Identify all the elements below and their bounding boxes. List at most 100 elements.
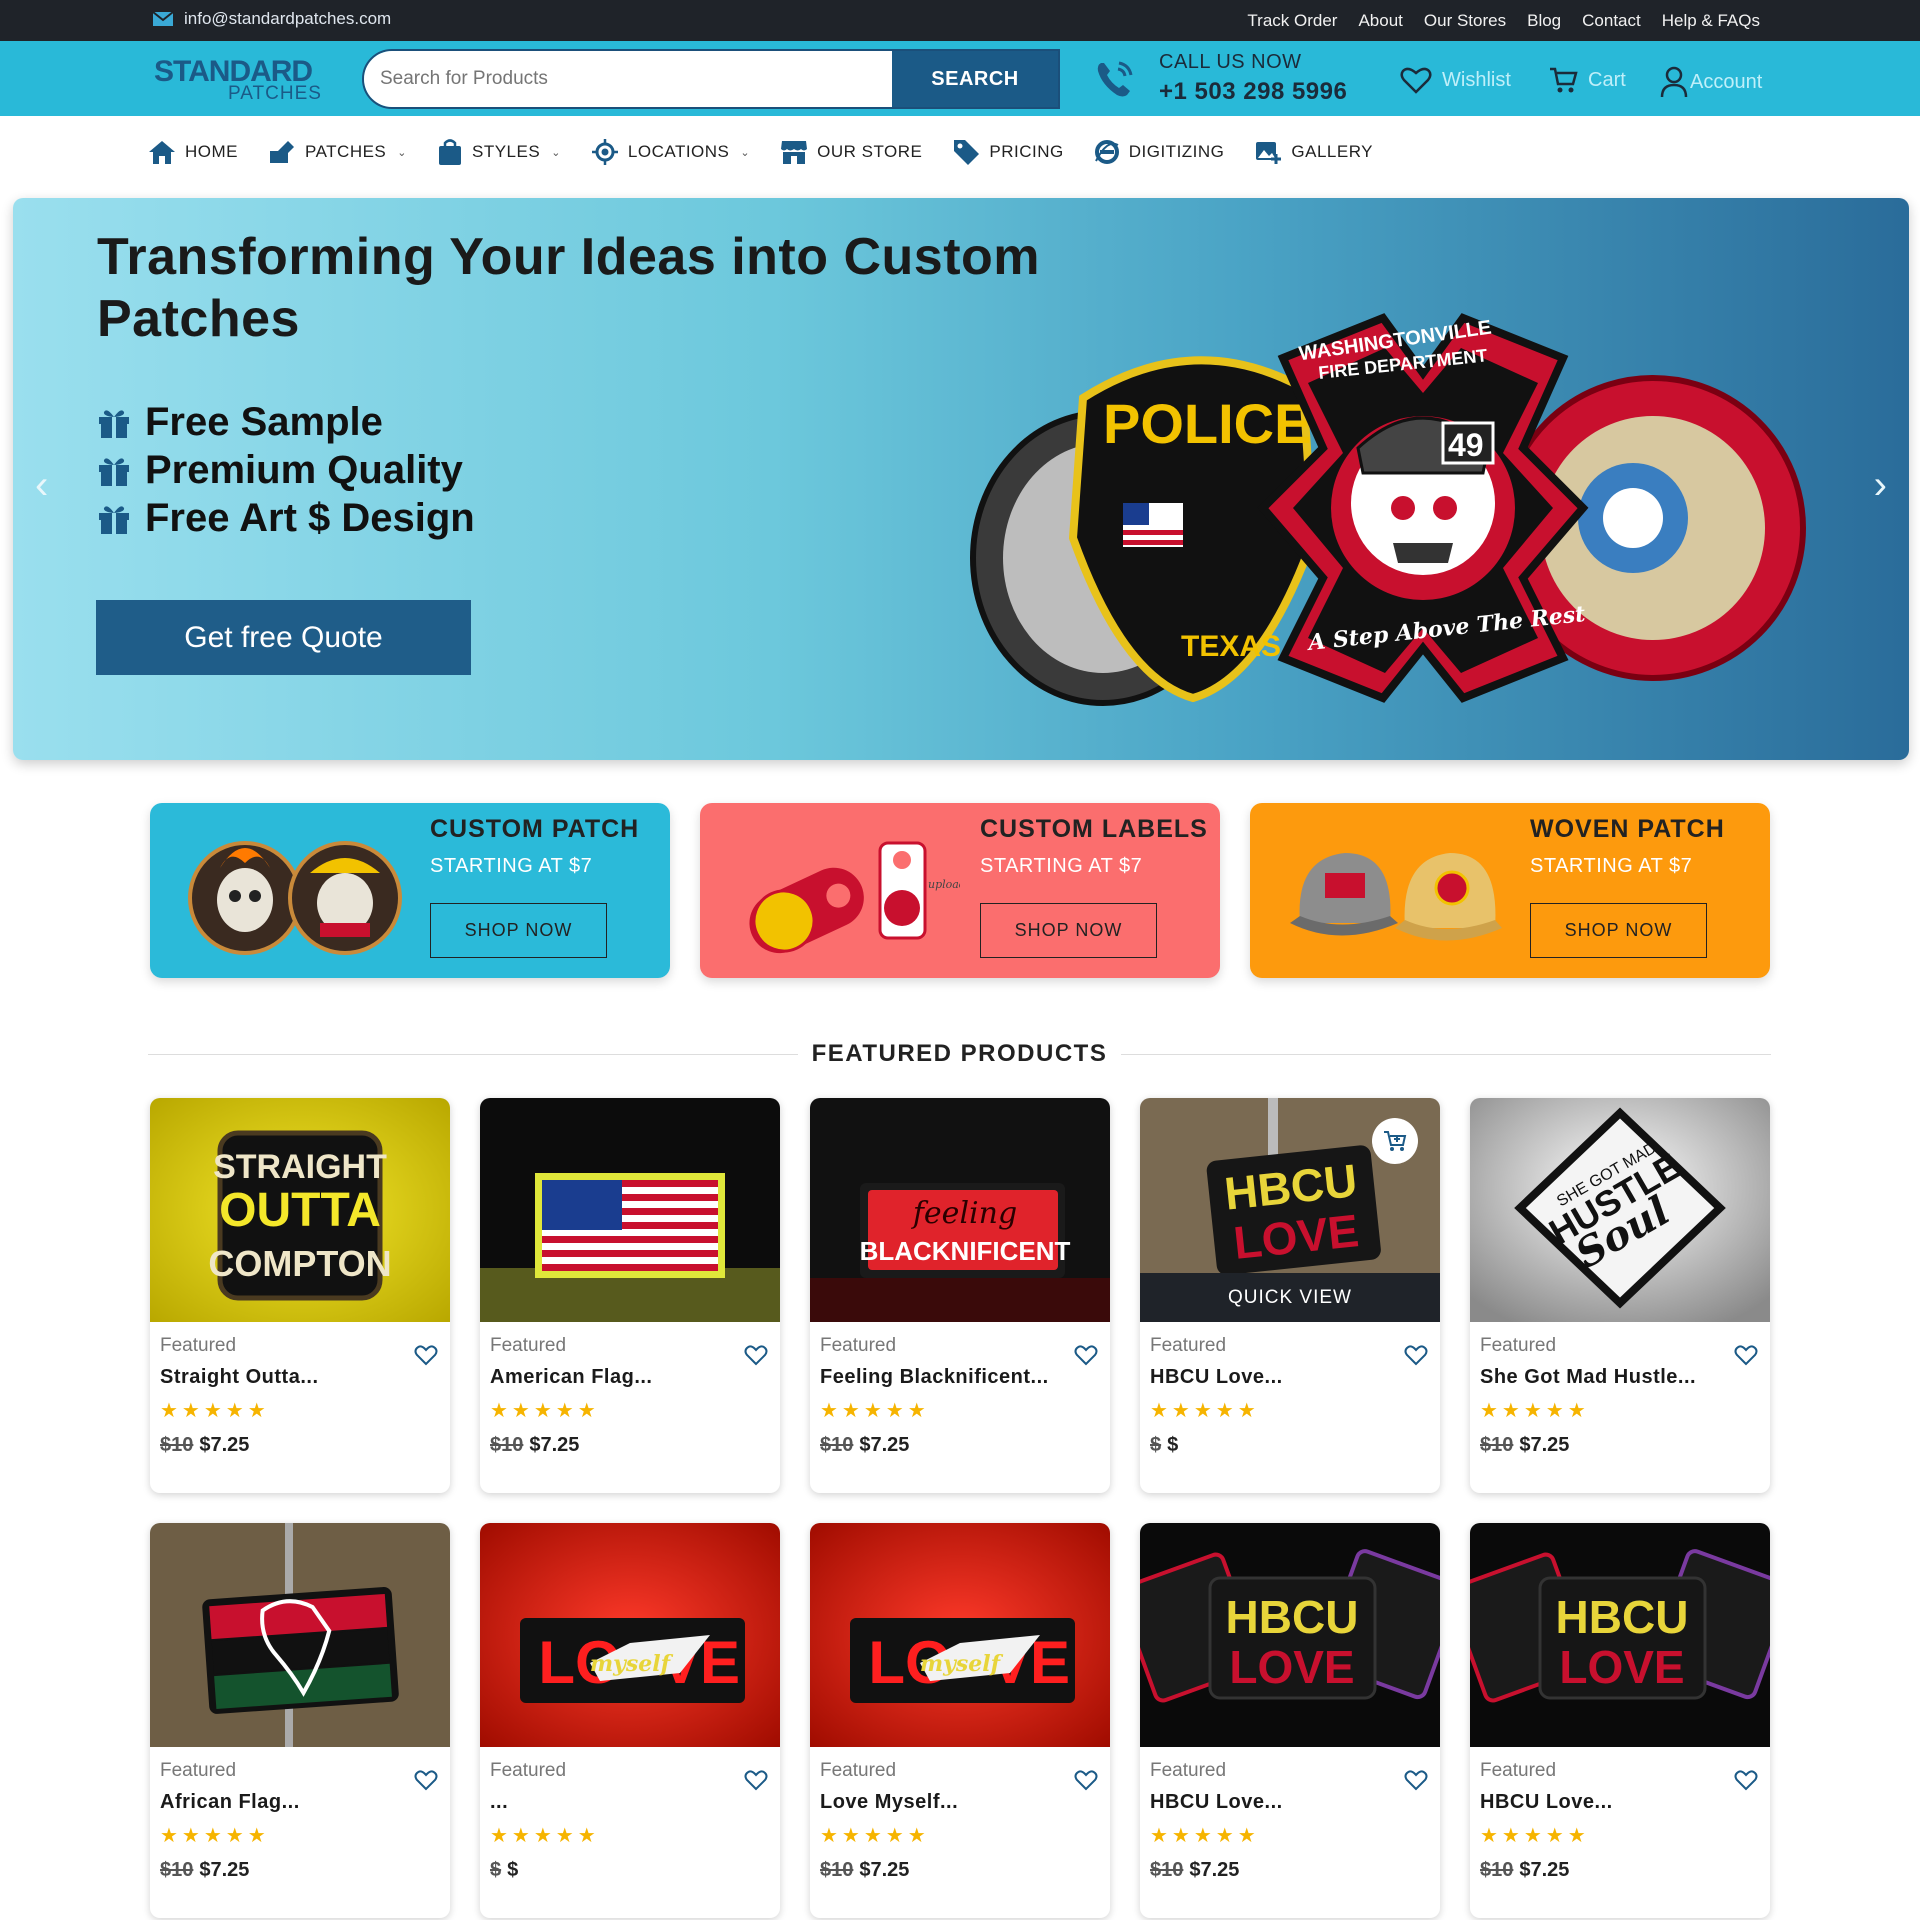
nav-styles[interactable]: STYLES ⌄ xyxy=(437,138,561,166)
product-image[interactable]: LO VE myself xyxy=(810,1523,1110,1747)
promo-custom-patch[interactable]: CUSTOM PATCH STARTING AT $7 SHOP NOW xyxy=(150,803,670,978)
product-category: Featured xyxy=(490,1335,567,1356)
product-name[interactable]: Straight Outta... xyxy=(160,1366,319,1389)
get-quote-button[interactable]: Get free Quote xyxy=(96,600,471,675)
svg-text:HBCU: HBCU xyxy=(1556,1591,1689,1643)
product-category: Featured xyxy=(820,1760,897,1781)
shop-now-button[interactable]: SHOP NOW xyxy=(430,903,607,958)
email-link[interactable]: info@standardpatches.com xyxy=(152,9,391,29)
product-name[interactable]: HBCU Love... xyxy=(1480,1791,1613,1814)
product-category: Featured xyxy=(1150,1335,1227,1356)
wishlist-heart-icon[interactable] xyxy=(1074,1344,1098,1366)
site-logo[interactable]: STANDARD PATCHES xyxy=(152,53,332,103)
rating-stars: ★★★★★ xyxy=(820,1400,930,1422)
product-card[interactable]: HBCU LOVE Featured HBCU Love... ★★★★★ $1… xyxy=(1140,1523,1440,1918)
product-image[interactable]: LO VE myself xyxy=(480,1523,780,1747)
link-blog[interactable]: Blog xyxy=(1527,11,1561,31)
nav-patches[interactable]: PATCHES ⌄ xyxy=(268,138,407,166)
wishlist-heart-icon[interactable] xyxy=(1404,1769,1428,1791)
promo-title: CUSTOM PATCH xyxy=(430,815,640,843)
wishlist-label: Wishlist xyxy=(1442,68,1511,91)
tag-icon xyxy=(954,140,980,165)
current-price: $7.25 xyxy=(859,1859,910,1881)
add-to-cart-button[interactable] xyxy=(1372,1118,1418,1164)
product-card[interactable]: LO VE myself Featured ... ★★★★★ $ $ xyxy=(480,1523,780,1918)
shop-now-button[interactable]: SHOP NOW xyxy=(1530,903,1707,958)
product-card[interactable]: HBCU LOVE QUICK VIEW Featured HBCU Love.… xyxy=(1140,1098,1440,1493)
product-price: $10 $7.25 xyxy=(820,1434,909,1457)
wishlist-heart-icon[interactable] xyxy=(744,1344,768,1366)
product-image[interactable] xyxy=(150,1523,450,1747)
wishlist-heart-icon[interactable] xyxy=(1404,1344,1428,1366)
wishlist-heart-icon[interactable] xyxy=(414,1344,438,1366)
cart-link[interactable]: Cart xyxy=(1548,66,1626,94)
nav-gallery[interactable]: GALLERY xyxy=(1254,138,1373,166)
account-link[interactable]: Account xyxy=(1660,66,1762,98)
nav-pricing[interactable]: PRICING xyxy=(952,138,1063,166)
product-name[interactable]: She Got Mad Hustle... xyxy=(1480,1366,1696,1389)
search-button[interactable]: SEARCH xyxy=(892,51,1058,107)
product-image[interactable]: HBCU LOVE xyxy=(1140,1523,1440,1747)
product-name[interactable]: American Flag... xyxy=(490,1366,653,1389)
product-image[interactable]: feeling BLACKNIFICENT xyxy=(810,1098,1110,1322)
product-name[interactable]: Love Myself... xyxy=(820,1791,958,1814)
product-image[interactable]: SHE GOT MAD HUSTLE Soul xyxy=(1470,1098,1770,1322)
wishlist-heart-icon[interactable] xyxy=(1074,1769,1098,1791)
link-about[interactable]: About xyxy=(1358,11,1402,31)
product-card[interactable]: STRAIGHT OUTTA COMPTON Featured Straight… xyxy=(150,1098,450,1493)
nav-digitizing[interactable]: DIGITIZING xyxy=(1094,138,1225,166)
svg-text:49: 49 xyxy=(1448,427,1484,463)
product-image[interactable] xyxy=(480,1098,780,1322)
nav-home[interactable]: HOME xyxy=(148,138,238,166)
product-name[interactable]: HBCU Love... xyxy=(1150,1366,1283,1389)
wishlist-heart-icon[interactable] xyxy=(414,1769,438,1791)
product-price: $10 $7.25 xyxy=(160,1434,249,1457)
promo-woven-patch[interactable]: WOVEN PATCH STARTING AT $7 SHOP NOW xyxy=(1250,803,1770,978)
old-price: $ xyxy=(490,1859,502,1881)
promo-custom-labels[interactable]: upload CUSTOM LABELS STARTING AT $7 SHOP… xyxy=(700,803,1220,978)
shop-now-button[interactable]: SHOP NOW xyxy=(980,903,1157,958)
old-price: $10 xyxy=(160,1859,194,1881)
call-us[interactable]: CALL US NOW +1 503 298 5996 xyxy=(1093,51,1347,106)
wishlist-link[interactable]: Wishlist xyxy=(1400,66,1511,94)
wishlist-heart-icon[interactable] xyxy=(744,1769,768,1791)
product-name[interactable]: Feeling Blacknificent... xyxy=(820,1366,1049,1389)
hero-feature: Free Sample xyxy=(97,400,383,445)
search-bar: SEARCH xyxy=(362,49,1060,109)
svg-text:PATCHES: PATCHES xyxy=(228,83,322,103)
nav-our-store[interactable]: OUR STORE xyxy=(780,138,922,166)
next-slide-arrow[interactable]: › xyxy=(1874,463,1887,508)
current-price: $ xyxy=(1167,1434,1179,1456)
product-card[interactable]: HBCU LOVE Featured HBCU Love... ★★★★★ $1… xyxy=(1470,1523,1770,1918)
link-contact[interactable]: Contact xyxy=(1582,11,1641,31)
hero-title: Transforming Your Ideas into Custom Patc… xyxy=(97,228,1041,348)
product-price: $10 $7.25 xyxy=(490,1434,579,1457)
product-card[interactable]: Featured American Flag... ★★★★★ $10 $7.25 xyxy=(480,1098,780,1493)
product-image[interactable]: STRAIGHT OUTTA COMPTON xyxy=(150,1098,450,1322)
rating-stars: ★★★★★ xyxy=(160,1825,270,1847)
promo-subtitle: STARTING AT $7 xyxy=(980,855,1143,877)
product-card[interactable]: Featured African Flag... ★★★★★ $10 $7.25 xyxy=(150,1523,450,1918)
svg-text:BLACKNIFICENT: BLACKNIFICENT xyxy=(860,1236,1071,1266)
search-input[interactable] xyxy=(364,51,892,107)
product-name[interactable]: African Flag... xyxy=(160,1791,300,1814)
wishlist-heart-icon[interactable] xyxy=(1734,1769,1758,1791)
svg-text:feeling: feeling xyxy=(911,1196,1017,1231)
link-track-order[interactable]: Track Order xyxy=(1247,11,1337,31)
product-card[interactable]: feeling BLACKNIFICENT Featured Feeling B… xyxy=(810,1098,1110,1493)
nav-locations[interactable]: LOCATIONS ⌄ xyxy=(591,138,750,166)
prev-slide-arrow[interactable]: ‹ xyxy=(35,463,48,508)
quick-view-button[interactable]: QUICK VIEW xyxy=(1140,1273,1440,1322)
product-name[interactable]: HBCU Love... xyxy=(1150,1791,1283,1814)
product-name[interactable]: ... xyxy=(490,1791,508,1814)
gallery-icon xyxy=(1256,142,1282,164)
product-image[interactable]: HBCU LOVE xyxy=(1470,1523,1770,1747)
link-help-faqs[interactable]: Help & FAQs xyxy=(1662,11,1760,31)
old-price: $10 xyxy=(820,1859,854,1881)
phone-number: +1 503 298 5996 xyxy=(1159,78,1348,105)
link-our-stores[interactable]: Our Stores xyxy=(1424,11,1506,31)
hero-feature-text: Premium Quality xyxy=(145,448,463,492)
wishlist-heart-icon[interactable] xyxy=(1734,1344,1758,1366)
product-card[interactable]: LO VE myself Featured Love Myself... ★★★… xyxy=(810,1523,1110,1918)
product-card[interactable]: SHE GOT MAD HUSTLE Soul Featured She Got… xyxy=(1470,1098,1770,1493)
